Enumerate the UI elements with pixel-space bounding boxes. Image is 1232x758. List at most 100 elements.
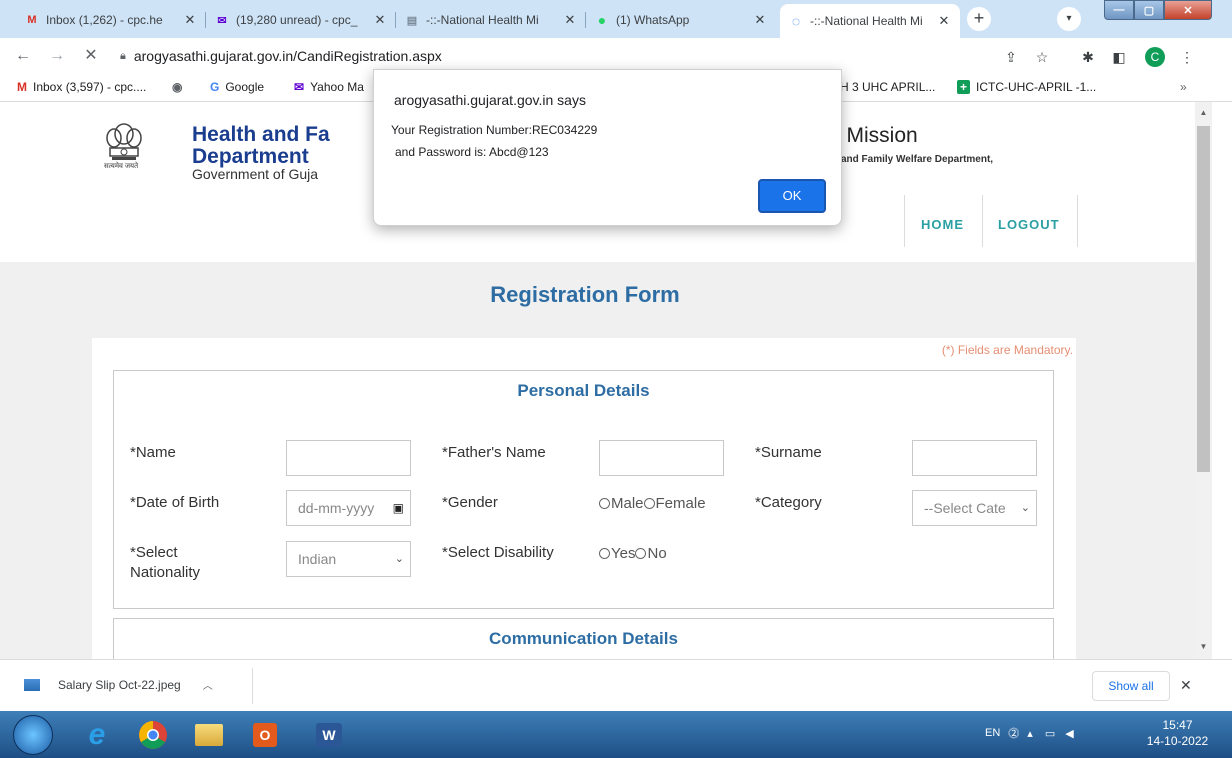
close-icon[interactable]: ✕: [752, 12, 768, 28]
category-select-value: --Select Cate: [924, 500, 1006, 516]
nav-divider: [1077, 195, 1078, 247]
tab-title: (1) WhatsApp: [616, 13, 690, 27]
close-icon[interactable]: ✕: [562, 12, 578, 28]
chrome-icon[interactable]: [126, 715, 180, 755]
yahoo-mail-icon: ✉: [294, 80, 305, 94]
maximize-button[interactable]: ▢: [1134, 0, 1164, 20]
lock-icon: 🔒︎: [120, 49, 126, 62]
language-indicator[interactable]: EN: [985, 727, 1000, 739]
close-icon[interactable]: ✕: [182, 12, 198, 28]
page-scrollbar[interactable]: ▲ ▼: [1195, 102, 1212, 659]
tab-gmail-inbox[interactable]: M Inbox (1,262) - cpc.he ✕: [16, 5, 206, 35]
bookmark-uhc-april[interactable]: SH 3 UHC APRIL...: [832, 80, 935, 94]
gmail-icon: M: [27, 14, 37, 26]
disability-radio-group: Yes No: [599, 545, 667, 562]
gender-female-radio[interactable]: [643, 498, 655, 509]
communication-details-section: Communication Details: [113, 618, 1054, 659]
department-title-line2: Department: [192, 145, 309, 168]
loading-icon: ◌: [791, 13, 801, 29]
close-icon[interactable]: ✕: [936, 13, 952, 29]
show-all-downloads-button[interactable]: Show all: [1092, 671, 1170, 701]
chevron-up-icon[interactable]: ︿: [203, 677, 213, 692]
nav-logout-link[interactable]: LOGOUT: [998, 217, 1060, 232]
window-close-button[interactable]: ✕: [1164, 0, 1212, 20]
bookmark-google[interactable]: G Google: [210, 80, 264, 94]
download-divider: [252, 668, 253, 704]
emblem-motto: सत्यमेव जयते: [104, 163, 139, 170]
tab-yahoo-mail[interactable]: ✉ (19,280 unread) - cpc_ ✕: [206, 5, 396, 35]
sheets-icon: +: [957, 80, 971, 94]
gender-male-radio[interactable]: [599, 498, 610, 509]
download-bar: Salary Slip Oct-22.jpeg ︿ Show all ✕: [0, 659, 1232, 711]
surname-input[interactable]: [912, 440, 1037, 476]
disability-yes-radio[interactable]: [599, 548, 610, 559]
bookmark-ictc[interactable]: + ICTC-UHC-APRIL -1...: [957, 80, 1096, 94]
side-panel-icon[interactable]: ◧: [1108, 46, 1130, 68]
volume-icon[interactable]: ◀︎: [1065, 727, 1073, 740]
scrollbar-thumb[interactable]: [1197, 126, 1210, 472]
network-icon[interactable]: ▭: [1045, 727, 1055, 740]
fathers-name-input[interactable]: [599, 440, 724, 476]
extensions-icon[interactable]: ✱: [1077, 46, 1099, 68]
internet-explorer-icon[interactable]: e: [70, 715, 124, 755]
tab-national-health-1[interactable]: ▤ -::-National Health Mi ✕: [396, 5, 586, 35]
gmail-icon: M: [17, 80, 27, 94]
close-icon[interactable]: ✕: [372, 12, 388, 28]
tab-national-health-active[interactable]: ◌ -::-National Health Mi ✕: [780, 4, 960, 38]
stop-loading-button[interactable]: ✕: [81, 46, 101, 66]
new-tab-button[interactable]: +: [967, 7, 991, 31]
yahoo-mail-icon: ✉: [217, 14, 227, 27]
tab-title: Inbox (1,262) - cpc.he: [46, 13, 163, 27]
bookmark-label: Inbox (3,597) - cpc....: [33, 80, 147, 94]
tray-arrow-icon[interactable]: ▴: [1027, 727, 1033, 740]
download-item[interactable]: Salary Slip Oct-22.jpeg ︿: [24, 677, 213, 692]
bookmark-yahoo[interactable]: ✉ Yahoo Ma: [294, 80, 364, 94]
page-icon: ▤: [406, 14, 418, 27]
minimize-button[interactable]: —: [1104, 0, 1134, 20]
help-icon[interactable]: ⓶: [1008, 725, 1019, 741]
word-icon[interactable]: W: [302, 715, 356, 755]
category-select[interactable]: --Select Cate ⌄: [912, 490, 1037, 526]
google-icon: G: [210, 80, 220, 94]
system-tray: EN ⓶ ▴ ▭ ◀︎: [985, 725, 1074, 741]
tab-whatsapp[interactable]: ● (1) WhatsApp ✕: [586, 5, 776, 35]
dob-input[interactable]: dd-mm-yyyy ▣: [286, 490, 411, 526]
back-button[interactable]: ←: [13, 46, 33, 66]
dob-label: *Date of Birth: [130, 494, 220, 511]
dialog-ok-button[interactable]: OK: [758, 179, 826, 213]
gender-label: *Gender: [442, 494, 498, 511]
bookmark-globe[interactable]: ◉: [172, 80, 188, 94]
start-button[interactable]: [13, 715, 53, 755]
bookmarks-overflow-button[interactable]: »: [1180, 80, 1187, 94]
form-title: Registration Form: [490, 282, 680, 307]
mission-subtitle: and Family Welfare Department,: [841, 154, 994, 165]
gender-radio-group: Male Female: [599, 495, 706, 512]
name-input[interactable]: [286, 440, 411, 476]
calendar-icon[interactable]: ▣: [393, 491, 404, 525]
nav-home-link[interactable]: HOME: [921, 217, 964, 232]
file-explorer-icon[interactable]: [182, 715, 236, 755]
dob-placeholder: dd-mm-yyyy: [298, 500, 375, 516]
share-icon[interactable]: ⇪: [1000, 46, 1022, 68]
taskbar-clock[interactable]: 15:47 14-10-2022: [1130, 717, 1225, 749]
scroll-up-icon[interactable]: ▲: [1195, 108, 1212, 117]
dialog-origin: arogyasathi.gujarat.gov.in says: [394, 92, 586, 108]
bookmark-label: ICTC-UHC-APRIL -1...: [976, 80, 1097, 94]
nationality-select[interactable]: Indian ⌄: [286, 541, 411, 577]
address-bar[interactable]: 🔒︎ arogyasathi.gujarat.gov.in/CandiRegis…: [120, 41, 950, 71]
disability-no-radio[interactable]: [635, 548, 647, 559]
outlook-icon[interactable]: O: [238, 715, 292, 755]
communication-details-title: Communication Details: [489, 629, 678, 648]
forward-button[interactable]: →: [47, 46, 67, 66]
bookmark-star-icon[interactable]: ☆: [1031, 46, 1053, 68]
nav-divider: [982, 195, 983, 247]
tab-search-button[interactable]: ▾: [1057, 7, 1081, 31]
scroll-down-icon[interactable]: ▼: [1195, 642, 1212, 651]
bookmark-gmail[interactable]: M Inbox (3,597) - cpc....: [17, 80, 146, 94]
globe-icon: ◉: [172, 80, 183, 94]
department-title-line1: Health and Fa: [192, 123, 330, 146]
close-download-bar-icon[interactable]: ✕: [1180, 677, 1192, 694]
menu-kebab-icon[interactable]: ⋮: [1176, 46, 1198, 68]
tab-title: -::-National Health Mi: [810, 14, 923, 28]
profile-avatar[interactable]: C: [1145, 47, 1165, 67]
